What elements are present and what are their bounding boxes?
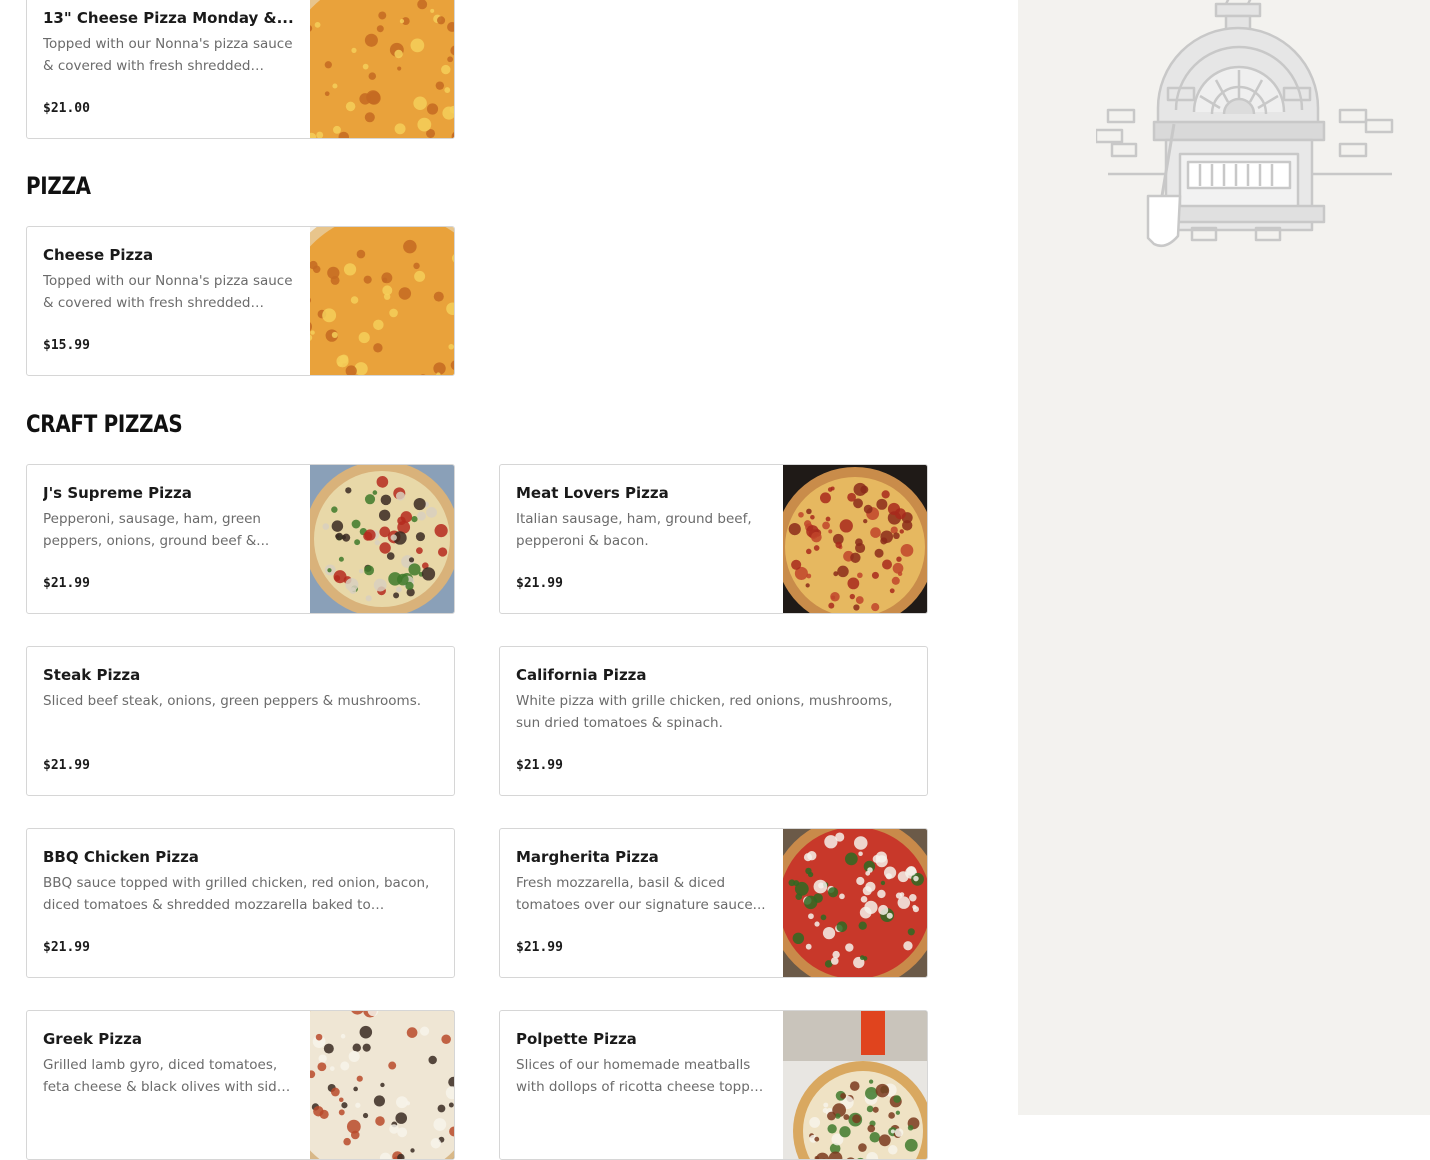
item-name: Margherita Pizza: [516, 847, 767, 867]
item-description: Sliced beef steak, onions, green peppers…: [43, 690, 438, 734]
sidebar-panel: [1018, 0, 1430, 1115]
pizza-oven-illustration: [1096, 0, 1396, 250]
section-title-craft-pizzas: CRAFT PIZZAS: [26, 410, 182, 438]
item-name: California Pizza: [516, 665, 911, 685]
item-price: $21.99: [516, 940, 563, 955]
menu-item-card[interactable]: J's Supreme Pizza Pepperoni, sausage, ha…: [26, 464, 455, 614]
menu-item-card[interactable]: Steak Pizza Sliced beef steak, onions, g…: [26, 646, 455, 796]
item-description: Pepperoni, sausage, ham, green peppers, …: [43, 508, 294, 552]
menu-item-card[interactable]: Cheese Pizza Topped with our Nonna's piz…: [26, 226, 455, 376]
margherita-pizza-photo: [783, 829, 927, 977]
item-description: Topped with our Nonna's pizza sauce & co…: [43, 33, 294, 77]
item-description: White pizza with grille chicken, red oni…: [516, 690, 911, 734]
item-name: Steak Pizza: [43, 665, 438, 685]
cheese-pizza-photo: [310, 227, 454, 375]
menu-item-card[interactable]: Margherita Pizza Fresh mozzarella, basil…: [499, 828, 928, 978]
polpette-pizza-photo: [783, 1011, 927, 1159]
menu-item-card[interactable]: BBQ Chicken Pizza BBQ sauce topped with …: [26, 828, 455, 978]
meat-lovers-pizza-photo: [783, 465, 927, 613]
item-name: BBQ Chicken Pizza: [43, 847, 438, 867]
item-price: $21.99: [43, 758, 90, 773]
item-price: $21.99: [516, 576, 563, 591]
item-description: BBQ sauce topped with grilled chicken, r…: [43, 872, 438, 916]
item-price: $21.99: [516, 758, 563, 773]
item-description: Fresh mozzarella, basil & diced tomatoes…: [516, 872, 767, 916]
item-name: 13" Cheese Pizza Monday &...: [43, 8, 294, 28]
menu-content: PIZZA CRAFT PIZZAS 13" Cheese Pizza Mond…: [0, 0, 1018, 1115]
menu-item-card[interactable]: 13" Cheese Pizza Monday &... Topped with…: [26, 0, 455, 139]
greek-pizza-photo: [310, 1011, 454, 1159]
item-description: Italian sausage, ham, ground beef, peppe…: [516, 508, 767, 552]
section-title-pizza: PIZZA: [26, 172, 91, 200]
item-description: Topped with our Nonna's pizza sauce & co…: [43, 270, 294, 314]
item-name: J's Supreme Pizza: [43, 483, 294, 503]
item-name: Meat Lovers Pizza: [516, 483, 767, 503]
item-description: Slices of our homemade meatballs with do…: [516, 1054, 767, 1098]
item-description: Grilled lamb gyro, diced tomatoes, feta …: [43, 1054, 294, 1098]
menu-item-card[interactable]: Greek Pizza Grilled lamb gyro, diced tom…: [26, 1010, 455, 1160]
item-price: $21.99: [43, 940, 90, 955]
supreme-pizza-photo: [310, 465, 454, 613]
cheese-pizza-photo: [310, 0, 454, 138]
item-name: Cheese Pizza: [43, 245, 294, 265]
item-name: Greek Pizza: [43, 1029, 294, 1049]
item-price: $21.00: [43, 101, 90, 116]
item-price: $21.99: [43, 576, 90, 591]
menu-item-card[interactable]: Polpette Pizza Slices of our homemade me…: [499, 1010, 928, 1160]
menu-item-card[interactable]: Meat Lovers Pizza Italian sausage, ham, …: [499, 464, 928, 614]
item-price: $15.99: [43, 338, 90, 353]
menu-item-card[interactable]: California Pizza White pizza with grille…: [499, 646, 928, 796]
item-name: Polpette Pizza: [516, 1029, 767, 1049]
